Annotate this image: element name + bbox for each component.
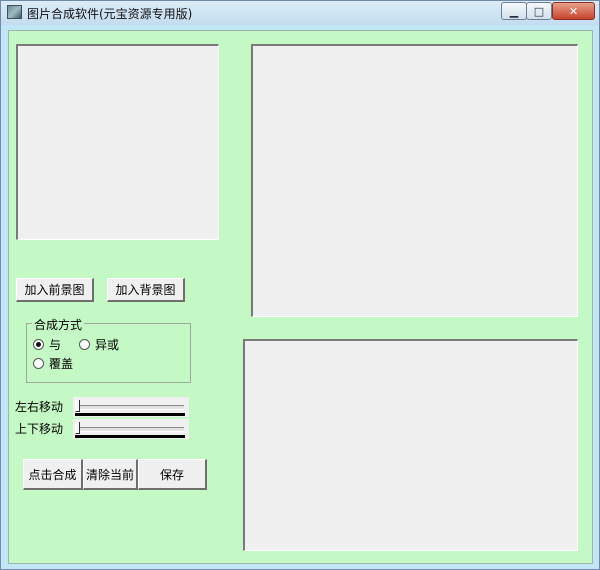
vertical-move-label: 上下移动	[15, 422, 64, 436]
compose-mode-legend: 合成方式	[32, 316, 85, 333]
slider-thumb[interactable]	[75, 400, 80, 412]
vertical-move-slider[interactable]	[73, 419, 189, 439]
slider-base	[75, 413, 185, 416]
add-background-button[interactable]: 加入背景图	[107, 278, 185, 302]
compose-button[interactable]: 点击合成	[23, 459, 83, 490]
clear-current-button[interactable]: 清除当前	[83, 459, 138, 490]
maximize-button[interactable]: □	[526, 2, 552, 20]
horizontal-move-slider[interactable]	[73, 397, 189, 417]
radio-overlay[interactable]: 覆盖	[33, 355, 73, 372]
radio-label: 覆盖	[49, 357, 74, 371]
slider-track	[77, 405, 184, 410]
close-button[interactable]: ✕	[552, 2, 595, 20]
radio-label: 异或	[95, 338, 120, 352]
window-title: 图片合成软件(元宝资源专用版)	[27, 7, 193, 21]
save-button[interactable]: 保存	[138, 459, 207, 490]
minimize-icon: ▁	[509, 4, 519, 18]
compose-mode-group: 合成方式 与 异或 覆盖	[26, 316, 191, 383]
radio-xor[interactable]: 异或	[79, 336, 119, 353]
client-area: 加入前景图 加入背景图 合成方式 与 异或 覆盖 左右移动 上下移动 点击合成 …	[8, 30, 593, 564]
background-image-panel	[251, 44, 578, 317]
title-bar[interactable]: 图片合成软件(元宝资源专用版) ▁ □ ✕	[1, 1, 599, 25]
close-icon: ✕	[568, 4, 579, 18]
radio-button[interactable]	[33, 358, 44, 369]
radio-button[interactable]	[79, 339, 90, 350]
horizontal-move-label: 左右移动	[15, 400, 64, 414]
slider-thumb[interactable]	[75, 422, 80, 434]
minimize-button[interactable]: ▁	[501, 2, 527, 20]
app-icon	[7, 5, 22, 19]
slider-base	[75, 435, 185, 438]
radio-button-checked[interactable]	[33, 339, 44, 350]
foreground-image-panel	[16, 44, 219, 240]
add-foreground-button[interactable]: 加入前景图	[16, 278, 94, 302]
radio-label: 与	[49, 338, 62, 352]
slider-track	[77, 427, 184, 432]
app-window: 图片合成软件(元宝资源专用版) ▁ □ ✕ 加入前景图 加入背景图 合成方式 与	[0, 0, 600, 570]
radio-and[interactable]: 与	[33, 336, 61, 353]
result-image-panel	[243, 339, 578, 551]
maximize-icon: □	[533, 4, 545, 18]
